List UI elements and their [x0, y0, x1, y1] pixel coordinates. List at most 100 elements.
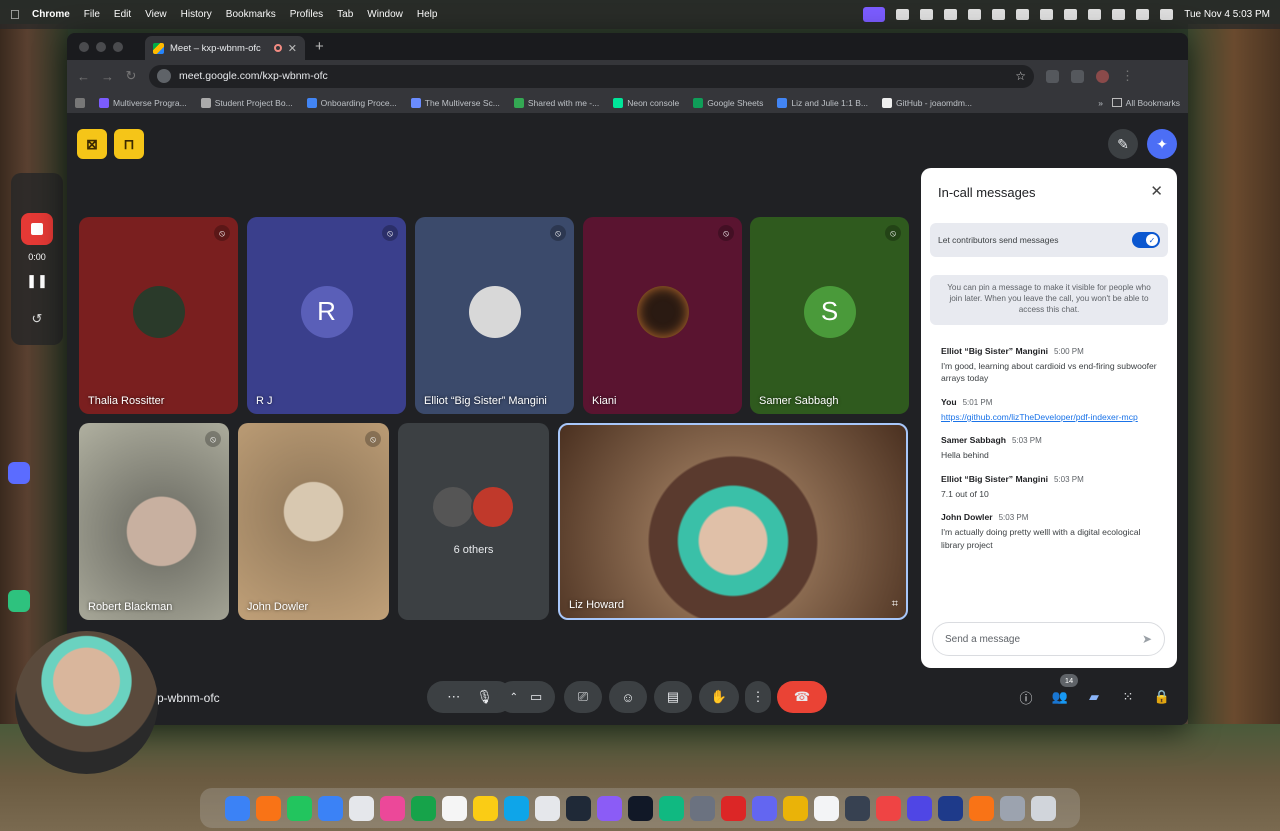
participant-tile[interactable]: ⦸ Thalia Rossitter	[79, 217, 238, 414]
bookmark-item[interactable]: Onboarding Proce...	[306, 97, 397, 108]
safari-icon[interactable]	[317, 795, 343, 821]
status-icon[interactable]	[944, 9, 958, 20]
launchpad-icon[interactable]	[255, 795, 281, 821]
app-icon[interactable]	[937, 795, 963, 821]
zoom-window-button[interactable]	[113, 41, 123, 52]
chevron-up-icon[interactable]: ⌃	[510, 692, 518, 703]
battery-icon[interactable]	[1112, 9, 1126, 20]
people-icon[interactable]: 👥	[1050, 687, 1070, 707]
menu-edit[interactable]: Edit	[114, 9, 131, 20]
leave-call-button[interactable]: ☎	[777, 681, 827, 713]
menu-window[interactable]: Window	[367, 9, 403, 20]
status-icon[interactable]	[968, 9, 982, 20]
trash-icon[interactable]	[1030, 795, 1056, 821]
notes-icon[interactable]	[472, 795, 498, 821]
gemini-sparkle-icon[interactable]: ✦	[1147, 129, 1177, 159]
back-icon[interactable]: ←	[77, 69, 90, 84]
chatgpt-icon[interactable]	[844, 795, 870, 821]
site-info-icon[interactable]	[157, 69, 171, 83]
claude-icon[interactable]	[968, 795, 994, 821]
status-icon[interactable]	[920, 9, 934, 20]
side-panel-icon[interactable]	[1071, 69, 1084, 83]
more-audio-options-icon[interactable]: ⋯	[447, 689, 460, 705]
freeform-icon[interactable]	[348, 795, 374, 821]
app-icon[interactable]	[658, 795, 684, 821]
bookmark-item[interactable]: GitHub - joaomdm...	[881, 97, 972, 108]
camera-icon[interactable]: ▭	[530, 689, 542, 705]
reminders-icon[interactable]	[441, 795, 467, 821]
host-controls-icon[interactable]: ⊠	[77, 129, 107, 159]
more-options-button[interactable]: ⋮	[745, 681, 771, 713]
others-tile[interactable]: 6 others	[398, 423, 549, 620]
screen-recorder-icon[interactable]	[863, 7, 886, 22]
menu-tab[interactable]: Tab	[337, 9, 353, 20]
apps-grid-icon[interactable]	[75, 97, 85, 108]
send-messages-toggle[interactable]: ✓	[1132, 232, 1160, 248]
activities-grid-icon[interactable]: ⁙	[1118, 687, 1138, 707]
bookmark-item[interactable]: Google Sheets	[693, 97, 763, 108]
terminal-icon[interactable]	[627, 795, 653, 821]
message-link[interactable]: https://github.com/lizTheDeveloper/pdf-i…	[941, 411, 1161, 423]
participant-tile[interactable]: ⦸ John Dowler	[238, 423, 389, 620]
menu-view[interactable]: View	[145, 9, 167, 20]
menubar-clock[interactable]: Tue Nov 4 5:03 PM	[1184, 9, 1270, 20]
raise-hand-button[interactable]: ✋	[699, 681, 739, 713]
menu-history[interactable]: History	[181, 9, 212, 20]
system-settings-icon[interactable]	[689, 795, 715, 821]
send-icon[interactable]: ➤	[1142, 632, 1152, 646]
app-icon[interactable]	[565, 795, 591, 821]
reload-icon[interactable]: ↻	[125, 68, 137, 84]
bookmark-item[interactable]: Student Project Bo...	[200, 97, 293, 108]
facetime-icon[interactable]	[410, 795, 436, 821]
menu-file[interactable]: File	[84, 9, 100, 20]
photos-icon[interactable]	[379, 795, 405, 821]
zotero-icon[interactable]	[875, 795, 901, 821]
meeting-details-icon[interactable]: ⓘ	[1016, 687, 1036, 707]
finder-icon[interactable]	[224, 795, 250, 821]
status-icon[interactable]	[1040, 9, 1054, 20]
chat-icon[interactable]: ▰	[1084, 687, 1104, 707]
app-icon[interactable]	[720, 795, 746, 821]
self-view-bubble[interactable]	[15, 631, 158, 774]
messages-icon[interactable]	[286, 795, 312, 821]
status-icon[interactable]	[1016, 9, 1030, 20]
minimize-window-button[interactable]	[96, 41, 106, 52]
app-icon[interactable]	[782, 795, 808, 821]
close-tab-icon[interactable]: ✕	[288, 42, 297, 55]
url-text[interactable]: meet.google.com/kxp-wbnm-ofc	[179, 70, 328, 82]
extensions-icon[interactable]	[1046, 69, 1059, 83]
app-icon[interactable]	[813, 795, 839, 821]
participant-tile[interactable]: ⦸ Elliot “Big Sister” Mangini	[415, 217, 574, 414]
status-icon[interactable]	[1064, 9, 1078, 20]
participant-tile-active[interactable]: Liz Howard ⌗	[558, 423, 908, 620]
forward-icon[interactable]: →	[101, 69, 114, 84]
control-center-icon[interactable]	[1160, 9, 1174, 20]
participant-tile[interactable]: ⦸ Kiani	[583, 217, 742, 414]
close-window-button[interactable]	[79, 41, 89, 52]
apple-menu-icon[interactable]: 	[10, 7, 32, 22]
present-screen-button[interactable]: ⎚	[564, 681, 602, 713]
app-icon[interactable]	[906, 795, 932, 821]
profile-avatar[interactable]	[1096, 69, 1109, 83]
bookmark-star-icon[interactable]: ☆	[1015, 69, 1026, 83]
bookmark-item[interactable]: The Multiverse Sc...	[410, 97, 500, 108]
host-controls-lock-icon[interactable]: 🔒	[1152, 687, 1172, 707]
address-bar[interactable]: meet.google.com/kxp-wbnm-ofc ☆	[149, 64, 1034, 88]
app-icon[interactable]	[596, 795, 622, 821]
tab-meet[interactable]: Meet – kxp-wbnm-ofc ✕	[145, 36, 305, 60]
pause-icon[interactable]: ❚❚	[11, 273, 63, 289]
bookmark-item[interactable]: Liz and Julie 1:1 B...	[777, 97, 868, 108]
side-app-icon[interactable]	[8, 462, 30, 484]
wifi-icon[interactable]	[1136, 9, 1150, 20]
side-app-icon[interactable]	[8, 590, 30, 612]
restart-icon[interactable]: ↺	[11, 311, 63, 327]
crop-icon[interactable]: ⌗	[892, 598, 898, 611]
app-store-icon[interactable]	[503, 795, 529, 821]
all-bookmarks[interactable]: » All Bookmarks	[1098, 98, 1180, 108]
meeting-info-icon[interactable]: ⊓	[114, 129, 144, 159]
message-input-placeholder[interactable]: Send a message	[945, 634, 1020, 645]
whiteboard-pen-icon[interactable]: ✎	[1108, 129, 1138, 159]
status-icon[interactable]	[1088, 9, 1102, 20]
participant-tile[interactable]: ⦸ R R J	[247, 217, 406, 414]
status-icon[interactable]	[992, 9, 1006, 20]
